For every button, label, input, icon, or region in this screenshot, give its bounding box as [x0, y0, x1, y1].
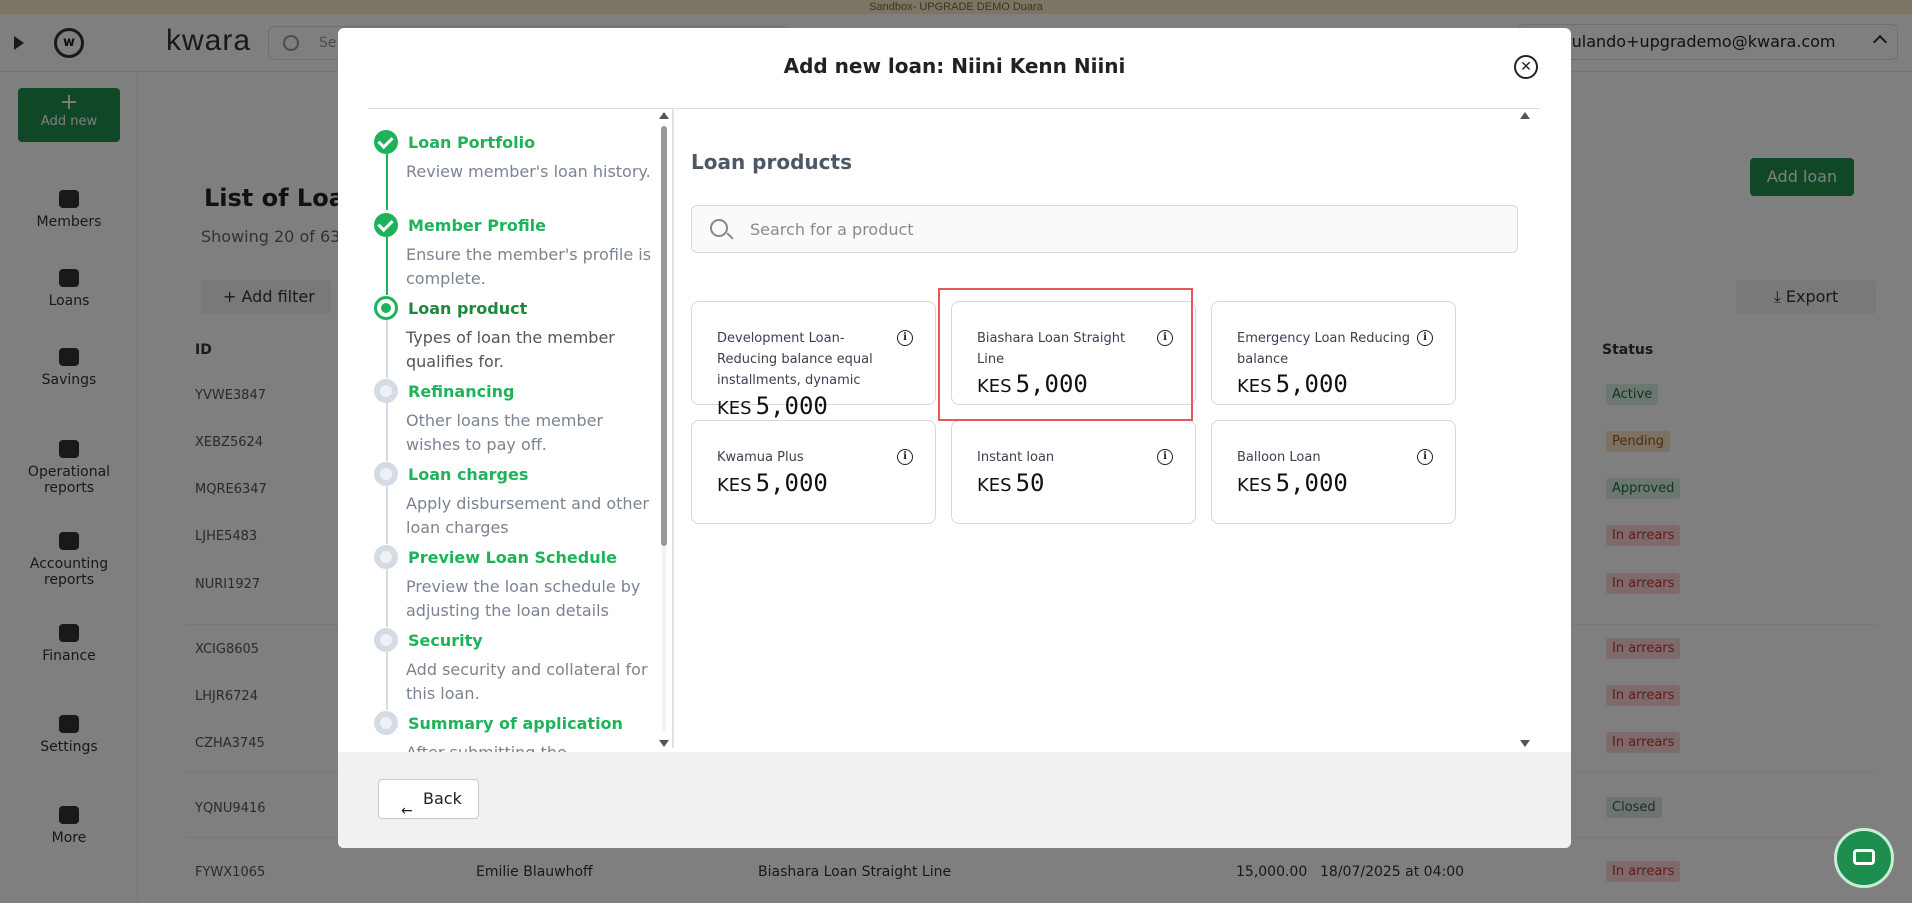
product-currency: KES [717, 398, 752, 419]
search-icon [710, 219, 728, 237]
product-price: KES 5,000 [1237, 469, 1348, 497]
step-pending-icon [374, 379, 398, 403]
scroll-thumb[interactable] [661, 126, 667, 546]
step-title: Loan Portfolio [408, 133, 536, 152]
step-connector [386, 652, 388, 710]
section-title: Loan products [691, 150, 852, 174]
product-amount: 5,000 [755, 392, 828, 420]
modal-title: Add new loan: Niini Kenn Niini [783, 54, 1126, 78]
selection-highlight [938, 288, 1193, 421]
step-title: Summary of application [408, 714, 623, 733]
step-title: Loan charges [408, 465, 529, 484]
step-description: Apply disbursement and other loan charge… [406, 494, 649, 537]
product-currency: KES [717, 475, 752, 496]
product-amount: 5,000 [1275, 469, 1348, 497]
scroll-up-icon[interactable] [1520, 112, 1530, 119]
step-pending-icon [374, 628, 398, 652]
scroll-down-icon[interactable] [659, 740, 669, 747]
step-description: Preview the loan schedule by adjusting t… [406, 577, 641, 620]
loan-stepper: Loan Portfolio Review member's loan hist… [368, 112, 670, 752]
step-complete-icon [374, 130, 398, 154]
step-description: Types of loan the member qualifies for. [406, 328, 615, 371]
chat-support-button[interactable] [1834, 828, 1894, 888]
header-divider [368, 108, 1540, 109]
step-description: After submitting the [406, 741, 656, 752]
product-card-balloon-loan[interactable]: Balloon Loan i KES 5,000 [1211, 420, 1456, 524]
product-price: KES 5,000 [1237, 370, 1348, 398]
back-button[interactable]: ← Back [378, 779, 479, 819]
info-icon[interactable]: i [897, 330, 913, 346]
step-connector [386, 403, 388, 461]
step-connector [386, 569, 388, 627]
step-description: Other loans the member wishes to pay off… [406, 411, 604, 454]
product-currency: KES [1237, 376, 1272, 397]
product-currency: KES [977, 475, 1012, 496]
step-title: Preview Loan Schedule [408, 548, 617, 567]
product-name: Balloon Loan [1237, 450, 1321, 465]
step-pending-icon [374, 545, 398, 569]
info-icon[interactable]: i [897, 449, 913, 465]
product-card-development-loan[interactable]: Development Loan- Reducing balance equal… [691, 301, 936, 420]
step-connector [386, 486, 388, 544]
stepper-scrollbar[interactable] [659, 112, 669, 748]
step-title: Security [408, 631, 483, 650]
product-search[interactable] [691, 205, 1518, 253]
step-title: Loan product [408, 299, 528, 318]
step-title: Member Profile [408, 216, 547, 235]
step-connector [386, 154, 388, 210]
product-amount: 5,000 [1275, 370, 1348, 398]
product-name: Instant loan [977, 450, 1055, 465]
chat-icon [1853, 849, 1875, 865]
product-price: KES 5,000 [717, 392, 828, 420]
content-divider [672, 108, 674, 748]
product-amount: 5,000 [755, 469, 828, 497]
step-pending-icon [374, 711, 398, 735]
info-icon[interactable]: i [1417, 330, 1433, 346]
scroll-down-icon[interactable] [1520, 740, 1530, 747]
close-icon[interactable]: ✕ [1514, 55, 1538, 79]
step-description: Add security and collateral for this loa… [406, 660, 648, 703]
product-card-instant-loan[interactable]: Instant loan i KES 50 [951, 420, 1196, 524]
product-price: KES 50 [977, 469, 1045, 497]
product-card-kwamua-plus[interactable]: Kwamua Plus i KES 5,000 [691, 420, 936, 524]
step-connector [386, 237, 388, 295]
step-pending-icon [374, 462, 398, 486]
step-complete-icon [374, 213, 398, 237]
step-title: Refinancing [408, 382, 515, 401]
step-description: Ensure the member's profile is complete. [406, 245, 652, 288]
product-name: Kwamua Plus [717, 450, 804, 465]
info-icon[interactable]: i [1417, 449, 1433, 465]
product-search-input[interactable] [750, 206, 1510, 252]
step-description: Review member's loan history. [406, 162, 651, 181]
modal-footer: ← Back [338, 752, 1571, 848]
info-icon[interactable]: i [1157, 449, 1173, 465]
product-currency: KES [1237, 475, 1272, 496]
step-current-icon [374, 296, 398, 320]
add-loan-modal: Add new loan: Niini Kenn Niini ✕ Loan Po… [338, 28, 1571, 848]
product-name: Development Loan- Reducing balance equal… [717, 331, 873, 388]
product-amount: 50 [1015, 469, 1045, 497]
product-card-emergency-loan[interactable]: Emergency Loan Reducing balance i KES 5,0… [1211, 301, 1456, 405]
step-connector [386, 320, 388, 378]
back-label: Back [423, 789, 462, 808]
arrow-left-icon: ← [401, 803, 413, 819]
product-price: KES 5,000 [717, 469, 828, 497]
product-name: Emergency Loan Reducing balance [1237, 331, 1410, 367]
products-scrollbar[interactable] [1520, 112, 1530, 748]
scroll-up-icon[interactable] [659, 112, 669, 119]
